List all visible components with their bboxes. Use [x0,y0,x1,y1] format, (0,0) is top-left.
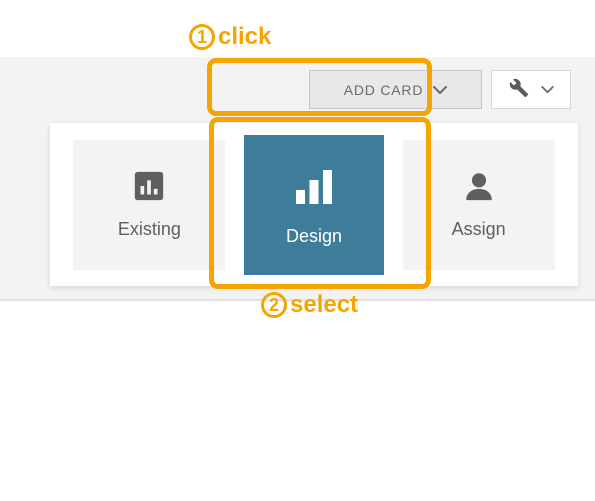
option-label: Design [286,226,342,247]
settings-button[interactable] [491,70,571,109]
person-icon [462,169,496,208]
annotation-step-1: 1 click [189,23,271,51]
add-card-label: ADD CARD [344,82,424,98]
chevron-down-icon [433,82,447,98]
option-assign[interactable]: Assign [403,140,555,270]
annotation-number-1: 1 [189,24,215,50]
annotation-label-1: click [218,23,271,51]
chevron-down-icon [541,82,554,97]
annotation-step-2: 2 select [261,291,358,319]
bar-chart-icon [132,169,166,208]
option-design[interactable]: Design [244,135,384,275]
option-label: Existing [118,219,181,240]
option-label: Assign [452,219,506,240]
add-card-button[interactable]: ADD CARD [309,70,482,109]
top-button-row: ADD CARD [309,70,571,109]
wrench-icon [509,78,529,101]
annotation-label-2: select [290,291,358,319]
option-existing[interactable]: Existing [73,140,225,270]
add-card-dropdown-panel: Existing Design Assign [50,123,578,286]
annotation-number-2: 2 [261,292,287,318]
bar-chart-icon [290,162,338,215]
